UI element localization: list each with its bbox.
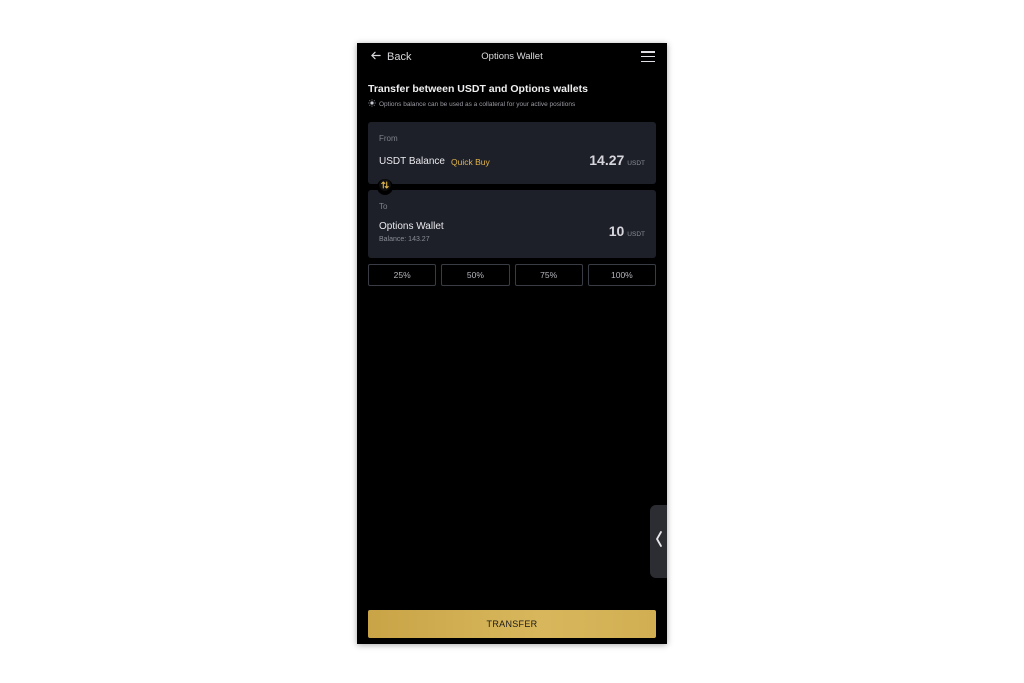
transfer-button[interactable]: TRANSFER <box>368 610 656 638</box>
percent-50-button[interactable]: 50% <box>441 264 510 286</box>
from-card: From USDT Balance Quick Buy 14.27 USDT <box>368 122 656 184</box>
swap-arrows-icon <box>379 178 391 196</box>
percent-75-button[interactable]: 75% <box>514 264 583 286</box>
page-title: Options Wallet <box>481 51 543 62</box>
percent-25-button[interactable]: 25% <box>368 264 437 286</box>
to-card: To Options Wallet Balance: 143.27 10 USD… <box>368 190 656 258</box>
from-amount: 14.27 USDT <box>589 152 645 168</box>
percent-buttons: 25% 50% 75% 100% <box>368 264 656 286</box>
percent-100-button[interactable]: 100% <box>587 264 656 286</box>
from-label: From <box>379 134 398 143</box>
to-wallet-balance: Balance: 143.27 <box>379 236 430 243</box>
from-amount-unit: USDT <box>627 160 645 167</box>
chevron-left-icon <box>655 530 663 553</box>
collateral-hint: Options balance can be used as a collate… <box>368 99 575 109</box>
to-wallet-name: Options Wallet <box>379 221 444 232</box>
to-amount-unit: USDT <box>627 231 645 238</box>
to-amount[interactable]: 10 USDT <box>609 223 645 239</box>
lightbulb-icon <box>368 99 376 109</box>
quick-buy-link[interactable]: Quick Buy <box>451 157 490 167</box>
top-bar: Back Options Wallet <box>357 43 667 71</box>
hamburger-menu-icon[interactable] <box>641 51 655 63</box>
to-amount-value: 10 <box>608 223 625 239</box>
from-wallet-name: USDT Balance <box>379 156 445 167</box>
side-drawer-tab[interactable] <box>650 505 667 578</box>
to-label: To <box>379 202 388 211</box>
hint-text: Options balance can be used as a collate… <box>379 100 576 108</box>
swap-button[interactable] <box>377 179 393 195</box>
app-screen: Back Options Wallet Transfer between USD… <box>357 43 667 644</box>
from-amount-value: 14.27 <box>589 152 625 168</box>
transfer-heading: Transfer between USDT and Options wallet… <box>368 83 588 95</box>
